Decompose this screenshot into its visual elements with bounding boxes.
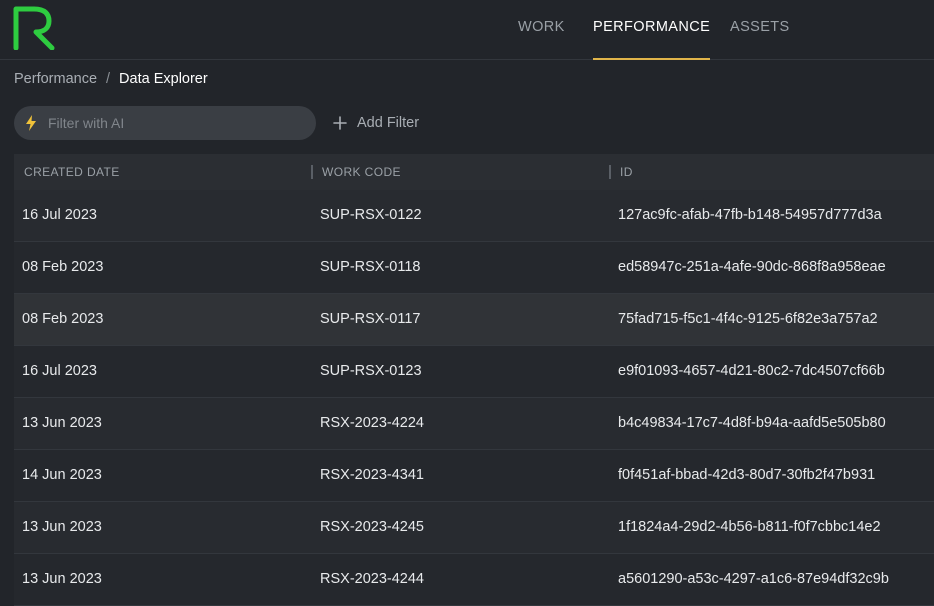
cell-created-date: 13 Jun 2023 (22, 415, 102, 431)
cell-created-date: 08 Feb 2023 (22, 311, 104, 327)
breadcrumb: Performance / Data Explorer (14, 71, 208, 87)
app-logo[interactable] (12, 4, 58, 50)
cell-work-code: SUP-RSX-0118 (320, 259, 421, 275)
column-resize-handle[interactable] (609, 165, 611, 179)
cell-work-code: RSX-2023-4341 (320, 467, 424, 483)
breadcrumb-performance-link[interactable]: Performance (14, 71, 97, 87)
cell-id: 1f1824a4-29d2-4b56-b811-f0f7cbbc14e2 (618, 519, 881, 535)
cell-id: b4c49834-17c7-4d8f-b94a-aafd5e505b80 (618, 415, 886, 431)
plus-icon (333, 116, 347, 130)
cell-work-code: RSX-2023-4244 (320, 571, 424, 587)
table-row[interactable]: 08 Feb 2023 SUP-RSX-0117 75fad715-f5c1-4f4… (14, 294, 934, 346)
ai-filter-input[interactable] (46, 114, 300, 132)
cell-work-code: RSX-2023-4224 (320, 415, 424, 431)
cell-work-code: SUP-RSX-0122 (320, 207, 422, 223)
table-row[interactable]: 13 Jun 2023 RSX-2023-4244 a5601290-a53c-42… (14, 554, 934, 606)
cell-id: ed58947c-251a-4afe-90dc-868f8a958eae (618, 259, 886, 275)
cell-created-date: 16 Jul 2023 (22, 363, 97, 379)
cell-created-date: 08 Feb 2023 (22, 259, 104, 275)
table-header: CREATED DATE WORK CODE ID (14, 154, 934, 190)
cell-id: a5601290-a53c-4297-a1c6-87e94df32c9b (618, 571, 889, 587)
column-header-created-date[interactable]: CREATED DATE (24, 154, 120, 190)
lightning-bolt-icon (26, 115, 36, 131)
cell-id: 127ac9fc-afab-47fb-b148-54957d777d3a (618, 207, 882, 223)
column-resize-handle[interactable] (311, 165, 313, 179)
table-row[interactable]: 08 Feb 2023 SUP-RSX-0118 ed58947c-251a-4af… (14, 242, 934, 294)
column-header-work-code[interactable]: WORK CODE (322, 154, 401, 190)
cell-id: 75fad715-f5c1-4f4c-9125-6f82e3a757a2 (618, 311, 878, 327)
table-row[interactable]: 16 Jul 2023 SUP-RSX-0123 e9f01093-4657-4d2… (14, 346, 934, 398)
cell-created-date: 14 Jun 2023 (22, 467, 102, 483)
table-body: 16 Jul 2023 SUP-RSX-0122 127ac9fc-afab-47f… (14, 190, 934, 606)
table-row[interactable]: 13 Jun 2023 RSX-2023-4245 1f1824a4-29d2-4b… (14, 502, 934, 554)
breadcrumb-separator: / (106, 71, 111, 87)
add-filter-button[interactable]: Add Filter (333, 110, 419, 136)
nav-tab-performance[interactable]: PERFORMANCE (593, 0, 711, 60)
cell-work-code: RSX-2023-4245 (320, 519, 424, 535)
ai-filter-field[interactable] (14, 106, 316, 140)
nav-tab-assets[interactable]: ASSETS (730, 0, 790, 60)
cell-id: e9f01093-4657-4d21-80c2-7dc4507cf66b (618, 363, 885, 379)
table-row[interactable]: 13 Jun 2023 RSX-2023-4224 b4c49834-17c7-4d… (14, 398, 934, 450)
cell-created-date: 16 Jul 2023 (22, 207, 97, 223)
nav-tab-work[interactable]: WORK (518, 0, 565, 60)
cell-work-code: SUP-RSX-0117 (320, 311, 421, 327)
cell-id: f0f451af-bbad-42d3-80d7-30fb2f47b931 (618, 467, 876, 483)
cell-created-date: 13 Jun 2023 (22, 519, 102, 535)
cell-work-code: SUP-RSX-0123 (320, 363, 422, 379)
table-row[interactable]: 14 Jun 2023 RSX-2023-4341 f0f451af-bbad-42… (14, 450, 934, 502)
data-explorer-table: CREATED DATE WORK CODE ID 16 Jul 2023 SUP… (14, 154, 934, 606)
table-row[interactable]: 16 Jul 2023 SUP-RSX-0122 127ac9fc-afab-47f… (14, 190, 934, 242)
cell-created-date: 13 Jun 2023 (22, 571, 102, 587)
add-filter-label: Add Filter (357, 115, 420, 131)
breadcrumb-current-page: Data Explorer (119, 71, 208, 87)
column-header-id[interactable]: ID (620, 154, 633, 190)
top-navigation-bar: WORK PERFORMANCE ASSETS (0, 0, 934, 60)
